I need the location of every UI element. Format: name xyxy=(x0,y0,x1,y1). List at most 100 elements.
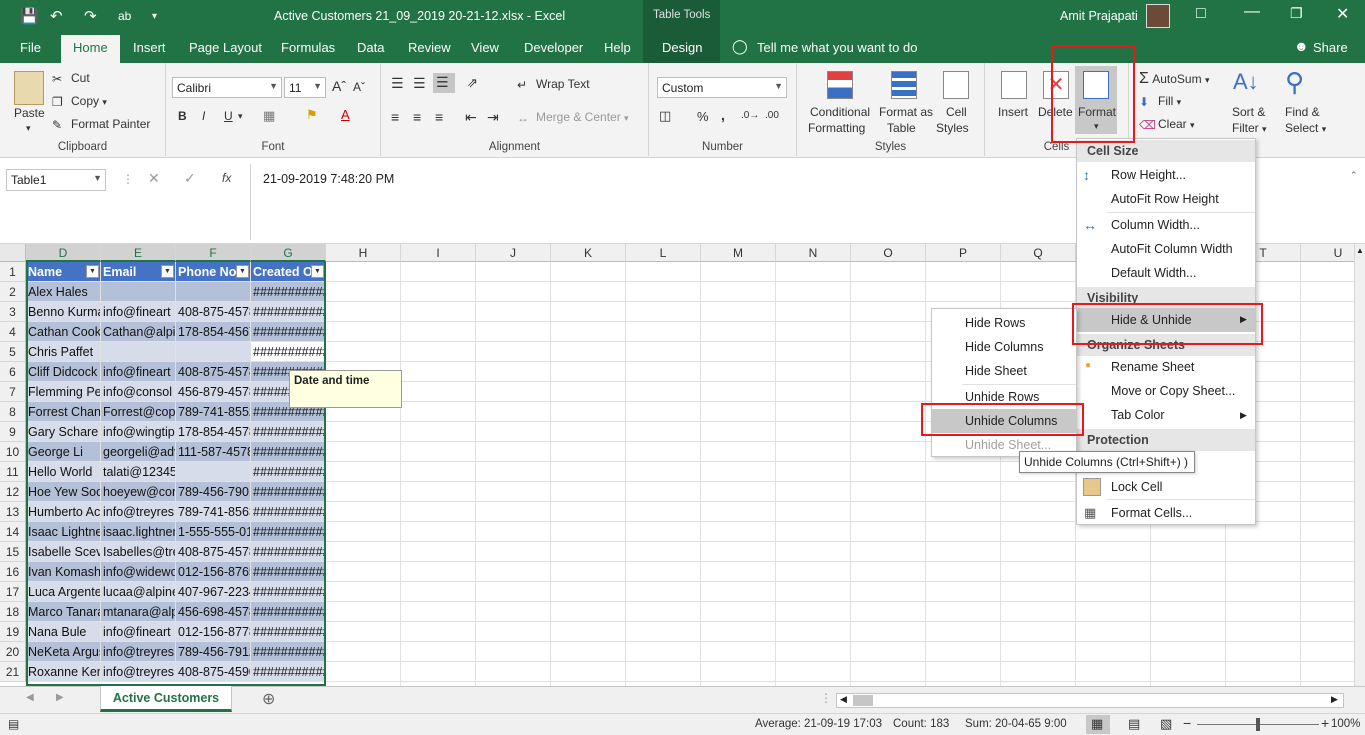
table-cell[interactable]: 408-875-4578 xyxy=(176,302,251,322)
table-cell[interactable]: ########### xyxy=(251,342,326,362)
table-cell[interactable]: NeKeta Argus xyxy=(26,642,101,662)
format-as-table-button[interactable]: Format as xyxy=(879,105,933,119)
filter-dropdown-icon[interactable]: ▼ xyxy=(236,265,249,278)
save-icon[interactable]: 💾 xyxy=(20,7,39,25)
borders-icon[interactable]: ▦ xyxy=(263,108,275,124)
user-name[interactable]: Amit Prajapati xyxy=(1060,9,1138,23)
format-cells-item[interactable]: Format Cells... xyxy=(1077,501,1255,525)
column-header[interactable]: Q xyxy=(1001,244,1076,262)
table-cell[interactable]: 012-156-8765 xyxy=(176,562,251,582)
table-cell[interactable]: georgeli@adv xyxy=(101,442,176,462)
align-middle-icon[interactable]: ☰ xyxy=(413,75,426,92)
table-cell[interactable]: Cliff Didcock xyxy=(26,362,101,382)
font-name-combo[interactable]: Calibri ▼ xyxy=(172,77,282,98)
tab-formulas[interactable]: Formulas xyxy=(281,40,335,55)
zoom-slider-thumb[interactable] xyxy=(1256,718,1260,731)
merge-center-button[interactable]: ↔ Merge & Center ▾ xyxy=(517,110,629,125)
column-header[interactable]: F xyxy=(176,244,251,262)
table-cell[interactable]: 789-741-8563 xyxy=(176,502,251,522)
table-cell[interactable]: info@fineart xyxy=(101,302,176,322)
filter-dropdown-icon[interactable]: ▼ xyxy=(161,265,174,278)
table-header-cell[interactable]: Phone No ▼ xyxy=(176,262,251,282)
zoom-level[interactable]: 100% xyxy=(1331,718,1360,730)
table-cell[interactable]: ########### xyxy=(251,302,326,322)
table-cell[interactable]: info@treyres xyxy=(101,502,176,522)
magnifier-icon[interactable]: ⚲ xyxy=(1285,67,1304,98)
spelling-icon[interactable]: ab xyxy=(118,9,131,23)
fill-color-icon[interactable]: ⚑ xyxy=(306,107,318,123)
column-header[interactable]: N xyxy=(776,244,851,262)
row-header[interactable]: 15 xyxy=(0,542,26,562)
accounting-icon[interactable]: ◫ xyxy=(659,108,671,124)
table-cell[interactable]: 789-456-7912 xyxy=(176,642,251,662)
comma-button[interactable]: , xyxy=(721,107,725,123)
split-grip-icon[interactable]: ⋮ xyxy=(820,691,832,705)
italic-button[interactable]: I xyxy=(202,109,205,123)
table-cell[interactable]: 407-967-2234 xyxy=(176,582,251,602)
underline-button[interactable]: U xyxy=(224,109,233,123)
table-cell[interactable]: Chris Paffet xyxy=(26,342,101,362)
rename-sheet-item[interactable]: Rename Sheet xyxy=(1077,355,1255,379)
table-cell[interactable] xyxy=(176,282,251,302)
table-cell[interactable]: mtanara@alp xyxy=(101,602,176,622)
table-cell[interactable]: 408-875-4578 xyxy=(176,542,251,562)
page-layout-view-icon[interactable]: ▤ xyxy=(1128,716,1140,732)
share-button[interactable]: Share xyxy=(1313,40,1348,55)
row-header[interactable]: 5 xyxy=(0,342,26,362)
table-cell[interactable]: 012-156-8778 xyxy=(176,622,251,642)
column-header[interactable]: D xyxy=(26,244,101,262)
sort-filter-label2[interactable]: Filter ▾ xyxy=(1232,121,1267,135)
table-cell[interactable]: 408-875-4578 xyxy=(176,362,251,382)
increase-indent-icon[interactable]: ⇥ xyxy=(487,109,499,126)
table-cell[interactable]: ########### xyxy=(251,322,326,342)
table-header-cell[interactable]: Email ▼ xyxy=(101,262,176,282)
table-cell[interactable]: ########### xyxy=(251,522,326,542)
column-header[interactable]: G xyxy=(251,244,326,262)
close-icon[interactable]: ✕ xyxy=(1336,4,1349,24)
align-right-icon[interactable]: ≡ xyxy=(435,109,443,125)
table-cell[interactable]: 408-875-4590 xyxy=(176,662,251,682)
bold-button[interactable]: B xyxy=(178,109,187,123)
fill-button[interactable]: ⬇ Fill ▾ xyxy=(1139,94,1181,109)
row-header[interactable]: 20 xyxy=(0,642,26,662)
table-cell[interactable]: ########### xyxy=(251,582,326,602)
avatar[interactable] xyxy=(1146,4,1170,28)
row-header[interactable]: 8 xyxy=(0,402,26,422)
table-cell[interactable]: ########### xyxy=(251,502,326,522)
align-top-icon[interactable]: ☰ xyxy=(391,75,404,92)
redo-icon[interactable]: ↷ xyxy=(84,7,97,25)
copy-button[interactable]: ❐ Copy ▾ xyxy=(52,94,107,109)
hide-sheet-item[interactable]: Hide Sheet xyxy=(932,359,1076,383)
customize-qat-icon[interactable]: ▾ xyxy=(152,11,157,22)
vertical-scrollbar[interactable]: ▲ xyxy=(1354,244,1365,686)
tab-view[interactable]: View xyxy=(471,40,499,55)
conditional-formatting-button[interactable]: Conditional xyxy=(810,105,870,119)
paste-icon[interactable] xyxy=(14,71,44,105)
tab-data[interactable]: Data xyxy=(357,40,384,55)
font-size-combo[interactable]: 11 ▼ xyxy=(284,77,326,98)
table-cell[interactable]: ########### xyxy=(251,282,326,302)
table-cell[interactable]: 178-854-4567 xyxy=(176,322,251,342)
table-cell[interactable]: 456-698-4578 xyxy=(176,602,251,622)
tab-file[interactable]: File xyxy=(20,40,41,55)
table-cell[interactable]: Isabelles@tre xyxy=(101,542,176,562)
table-cell[interactable]: ########### xyxy=(251,442,326,462)
cell-styles-label2[interactable]: Styles xyxy=(936,121,969,135)
row-header[interactable]: 3 xyxy=(0,302,26,322)
cell-styles-icon[interactable] xyxy=(943,71,969,99)
table-cell[interactable]: ########### xyxy=(251,602,326,622)
row-header[interactable]: 4 xyxy=(0,322,26,342)
row-header[interactable]: 6 xyxy=(0,362,26,382)
expand-formula-icon[interactable]: ⌃ xyxy=(1350,170,1358,181)
tab-home[interactable]: Home xyxy=(61,35,120,63)
column-header[interactable]: E xyxy=(101,244,176,262)
filter-dropdown-icon[interactable]: ▼ xyxy=(311,265,324,278)
wrap-text-button[interactable]: ↵ Wrap Text xyxy=(517,77,590,92)
table-cell[interactable] xyxy=(101,342,176,362)
table-cell[interactable]: ########### xyxy=(251,562,326,582)
tab-color-item[interactable]: Tab Color xyxy=(1077,403,1255,427)
column-header[interactable]: K xyxy=(551,244,626,262)
add-sheet-icon[interactable]: ⊕ xyxy=(262,689,275,709)
table-cell[interactable]: ########### xyxy=(251,662,326,682)
grow-font-icon[interactable]: Aˆ xyxy=(332,78,346,94)
